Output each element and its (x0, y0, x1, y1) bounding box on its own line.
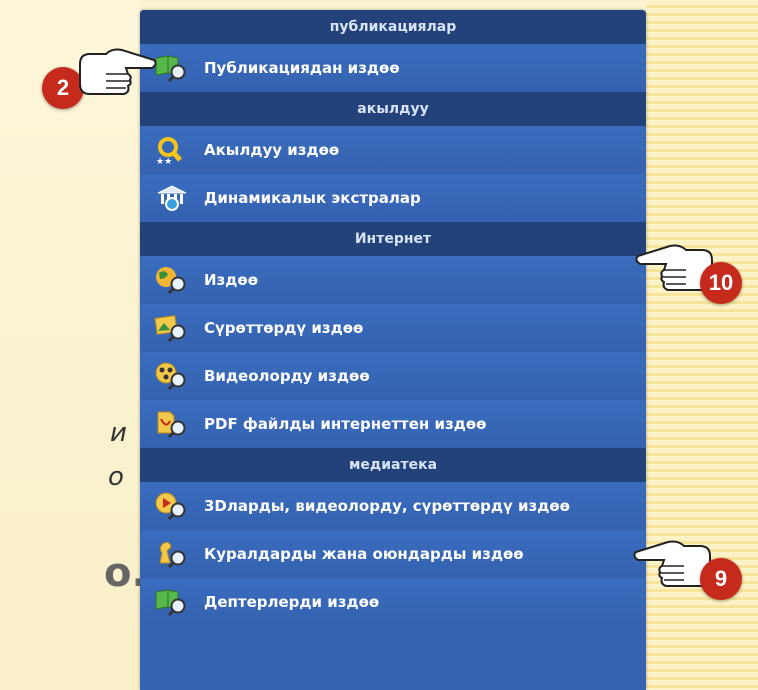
pdf-search-icon (154, 409, 190, 439)
background-text-fragment: о (108, 462, 124, 492)
menu-item-notebook-search[interactable]: Дептерлерди издөө (140, 578, 646, 626)
section-header-smart: акылдуу (140, 92, 646, 126)
menu-item-label: Видеолорду издөө (204, 367, 370, 385)
pointing-hand-left-icon (633, 540, 711, 587)
media-search-icon (154, 491, 190, 521)
menu-item-publication-search[interactable]: Публикациядан издөө (140, 44, 646, 92)
menu-item-label: PDF файлды интернеттен издөө (204, 415, 487, 433)
section-header-publications: публикациялар (140, 10, 646, 44)
dynamic-extras-icon (154, 183, 190, 213)
callout-badge-9: 9 (700, 558, 742, 600)
search-menu: публикациялар Публикациядан издөө акылду… (140, 10, 646, 690)
publication-search-icon (154, 53, 190, 83)
image-search-icon (154, 313, 190, 343)
callout-badge-10: 10 (700, 262, 742, 304)
menu-item-label: Издөө (204, 271, 258, 289)
video-search-icon (154, 361, 190, 391)
menu-item-media-search[interactable]: 3Dларды, видеолорду, сүрөттөрдү издөө (140, 482, 646, 530)
menu-item-smart-search[interactable]: ★★ Акылдуу издөө (140, 126, 646, 174)
menu-item-label: Публикациядан издөө (204, 59, 400, 77)
menu-item-pdf-search[interactable]: PDF файлды интернеттен издөө (140, 400, 646, 448)
menu-item-label: Акылдуу издөө (204, 141, 340, 159)
menu-item-image-search[interactable]: Сүрөттөрдү издөө (140, 304, 646, 352)
tools-games-search-icon (154, 539, 190, 569)
svg-text:★★: ★★ (156, 157, 172, 165)
smart-search-icon: ★★ (154, 135, 190, 167)
menu-item-label: Дептерлерди издөө (204, 593, 380, 611)
menu-item-label: Сүрөттөрдү издөө (204, 319, 364, 337)
background-text-fragment: и (110, 418, 127, 448)
menu-item-dynamic-extras[interactable]: Динамикалык экстралар (140, 174, 646, 222)
menu-item-label: Динамикалык экстралар (204, 189, 421, 207)
pointing-hand-right-icon (79, 48, 157, 95)
section-header-internet: Интернет (140, 222, 646, 256)
web-search-icon (154, 265, 190, 295)
menu-item-label: 3Dларды, видеолорду, сүрөттөрдү издөө (204, 497, 570, 515)
menu-item-tools-games-search[interactable]: Куралдарды жана оюндарды издөө (140, 530, 646, 578)
menu-item-web-search[interactable]: Издөө (140, 256, 646, 304)
menu-item-label: Куралдарды жана оюндарды издөө (204, 545, 524, 563)
section-header-media-library: медиатека (140, 448, 646, 482)
notebook-search-icon (154, 587, 190, 617)
menu-item-video-search[interactable]: Видеолорду издөө (140, 352, 646, 400)
